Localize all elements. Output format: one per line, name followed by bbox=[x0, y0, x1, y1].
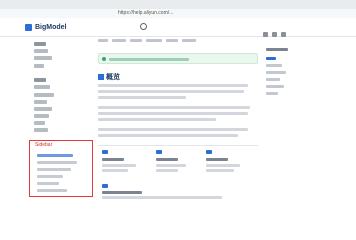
page-title: 概览 bbox=[98, 72, 120, 82]
toc-item-active[interactable] bbox=[266, 57, 276, 60]
toc-item[interactable] bbox=[266, 78, 280, 81]
sidebar-item[interactable] bbox=[37, 168, 71, 171]
sidebar-item[interactable] bbox=[34, 85, 50, 89]
sidebar-item[interactable] bbox=[34, 64, 44, 68]
sidebar-item[interactable] bbox=[34, 107, 52, 111]
toc-item[interactable] bbox=[266, 85, 284, 88]
search-icon[interactable] bbox=[140, 23, 148, 31]
on-this-page-nav bbox=[266, 48, 316, 128]
browser-nav-buttons[interactable] bbox=[4, 11, 24, 24]
feature-card[interactable] bbox=[206, 146, 256, 176]
sidebar-item[interactable] bbox=[34, 121, 45, 125]
feature-icon bbox=[206, 150, 212, 154]
sidebar-item[interactable] bbox=[37, 189, 67, 192]
browser-toolbar-icons[interactable] bbox=[328, 11, 352, 24]
sidebar-section-heading bbox=[34, 78, 46, 82]
sidebar-item[interactable] bbox=[37, 161, 77, 164]
main-content: 概览 bbox=[98, 36, 258, 200]
sidebar-section-heading bbox=[34, 42, 46, 46]
logo-icon bbox=[25, 23, 32, 31]
sidebar-item[interactable] bbox=[34, 114, 49, 118]
feature-card[interactable] bbox=[156, 146, 206, 176]
paragraph-line bbox=[98, 118, 216, 121]
feature-cards bbox=[98, 145, 258, 188]
sidebar-item[interactable] bbox=[34, 128, 48, 132]
site-header: BigModel bbox=[0, 18, 356, 37]
paragraph-line bbox=[98, 112, 248, 115]
address-url[interactable]: https://help.aliyun.com/... bbox=[118, 10, 173, 16]
paragraph-line bbox=[98, 84, 248, 87]
sidebar-item[interactable] bbox=[34, 93, 54, 97]
feature-card[interactable] bbox=[102, 146, 152, 176]
toc-item[interactable] bbox=[266, 71, 286, 74]
feature-icon bbox=[102, 150, 108, 154]
site-logo[interactable]: BigModel bbox=[25, 22, 67, 32]
on-this-page-title bbox=[266, 48, 288, 51]
paragraph-line bbox=[98, 134, 238, 137]
toc-item[interactable] bbox=[266, 92, 278, 95]
highlight-group-title: Sidebar bbox=[35, 142, 53, 148]
info-notice bbox=[98, 53, 258, 64]
sidebar-item[interactable] bbox=[37, 175, 63, 178]
paragraph-line bbox=[98, 128, 248, 131]
highlighted-sidebar-group: Sidebar bbox=[29, 140, 93, 197]
paragraph-line bbox=[98, 106, 250, 109]
paragraph-line bbox=[98, 96, 186, 99]
title-marker-icon bbox=[98, 74, 104, 80]
check-icon bbox=[102, 57, 106, 61]
sidebar-item[interactable] bbox=[34, 49, 48, 53]
feature-card[interactable] bbox=[102, 184, 222, 214]
feature-icon bbox=[102, 184, 108, 188]
feature-icon bbox=[156, 150, 162, 154]
header-icons[interactable] bbox=[259, 24, 286, 42]
paragraph-line bbox=[98, 90, 244, 93]
logo-text: BigModel bbox=[35, 23, 67, 31]
sidebar-item[interactable] bbox=[37, 182, 59, 185]
sidebar-item-active[interactable] bbox=[37, 154, 73, 157]
sidebar-item[interactable] bbox=[34, 100, 47, 104]
toc-item[interactable] bbox=[266, 64, 282, 67]
sidebar-item[interactable] bbox=[34, 56, 52, 60]
